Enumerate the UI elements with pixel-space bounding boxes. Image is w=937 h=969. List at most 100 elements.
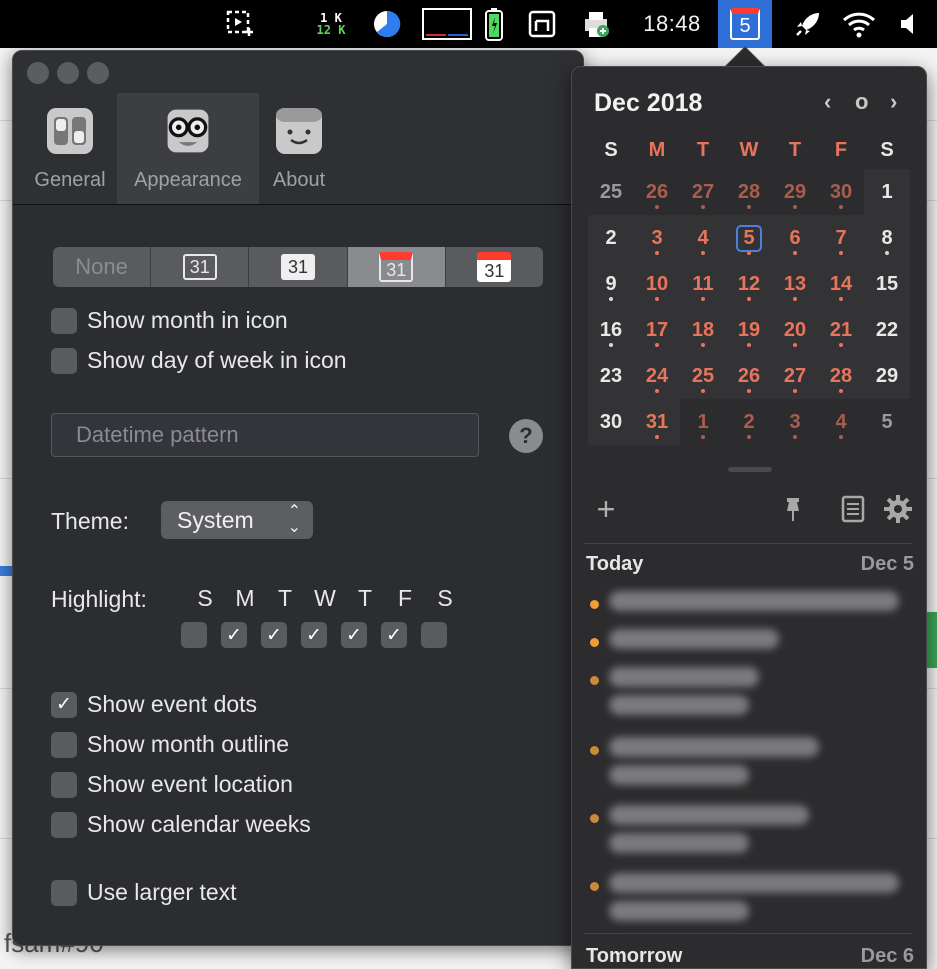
day-cell[interactable]: 26 bbox=[726, 353, 772, 399]
highlight-day-checkbox[interactable] bbox=[221, 622, 247, 648]
day-cell[interactable]: 20 bbox=[772, 307, 818, 353]
icon-style-red-outline[interactable]: 31 bbox=[347, 247, 446, 287]
day-cell[interactable]: 27 bbox=[772, 353, 818, 399]
printer-icon[interactable] bbox=[578, 0, 614, 48]
day-cell[interactable]: 4 bbox=[818, 399, 864, 445]
day-cell[interactable]: 4 bbox=[680, 215, 726, 261]
show-calendar-weeks-option[interactable]: Show calendar weeks bbox=[51, 811, 311, 838]
checkbox[interactable] bbox=[51, 811, 77, 838]
highlight-day-checkbox[interactable] bbox=[381, 622, 407, 648]
day-cell[interactable]: 7 bbox=[818, 215, 864, 261]
datetime-pattern-field[interactable]: Datetime pattern bbox=[51, 413, 479, 457]
day-cell[interactable]: 27 bbox=[680, 169, 726, 215]
today-button[interactable]: o bbox=[855, 89, 868, 115]
agenda-event[interactable] bbox=[590, 667, 759, 723]
day-cell[interactable]: 23 bbox=[588, 353, 634, 399]
day-cell[interactable]: 26 bbox=[634, 169, 680, 215]
day-cell[interactable]: 8 bbox=[864, 215, 910, 261]
day-cell[interactable]: 29 bbox=[864, 353, 910, 399]
agenda-event[interactable] bbox=[590, 805, 809, 861]
checkbox[interactable] bbox=[51, 771, 77, 798]
day-cell[interactable]: 12 bbox=[726, 261, 772, 307]
use-larger-text-option[interactable]: Use larger text bbox=[51, 879, 237, 906]
day-cell[interactable]: 5 bbox=[864, 399, 910, 445]
highlight-day-checkbox[interactable] bbox=[261, 622, 287, 648]
gear-icon[interactable] bbox=[880, 489, 916, 529]
agenda-event[interactable] bbox=[590, 591, 899, 619]
help-button[interactable]: ? bbox=[509, 419, 543, 453]
day-cell[interactable]: 30 bbox=[588, 399, 634, 445]
day-cell[interactable]: 2 bbox=[588, 215, 634, 261]
highlight-day-checkbox[interactable] bbox=[301, 622, 327, 648]
day-cell[interactable]: 1 bbox=[864, 169, 910, 215]
day-cell[interactable]: 19 bbox=[726, 307, 772, 353]
day-cell[interactable]: 21 bbox=[818, 307, 864, 353]
agenda-event[interactable] bbox=[590, 737, 819, 793]
show-month-in-icon-option[interactable]: Show month in icon bbox=[51, 307, 288, 334]
show-day-of-week-in-icon-option[interactable]: Show day of week in icon bbox=[51, 347, 347, 374]
wifi-icon[interactable] bbox=[838, 0, 880, 48]
show-event-dots-option[interactable]: Show event dots bbox=[51, 691, 257, 718]
day-cell[interactable]: 25 bbox=[680, 353, 726, 399]
network-speed-indicator[interactable]: 1 K 12 K bbox=[308, 0, 354, 48]
day-cell[interactable]: 28 bbox=[726, 169, 772, 215]
day-cell[interactable]: 11 bbox=[680, 261, 726, 307]
rocket-icon[interactable] bbox=[788, 0, 828, 48]
pin-icon[interactable] bbox=[778, 489, 808, 529]
cpu-pie-icon[interactable] bbox=[366, 0, 408, 48]
checkbox[interactable] bbox=[51, 691, 77, 718]
day-cell[interactable]: 1 bbox=[680, 399, 726, 445]
day-cell[interactable]: 3 bbox=[634, 215, 680, 261]
day-cell[interactable]: 6 bbox=[772, 215, 818, 261]
day-cell[interactable]: 29 bbox=[772, 169, 818, 215]
checkbox[interactable] bbox=[51, 731, 77, 758]
resize-grabber[interactable] bbox=[728, 467, 772, 472]
icon-style-outline[interactable]: 31 bbox=[151, 247, 250, 287]
highlight-day-checkbox[interactable] bbox=[181, 622, 207, 648]
icon-style-none[interactable]: None bbox=[53, 247, 152, 287]
day-cell[interactable]: 17 bbox=[634, 307, 680, 353]
menu-bar-clock[interactable]: 18:48 bbox=[630, 0, 714, 48]
checkbox[interactable] bbox=[51, 347, 77, 374]
show-month-outline-option[interactable]: Show month outline bbox=[51, 731, 289, 758]
add-event-button[interactable]: + bbox=[590, 489, 622, 529]
day-cell[interactable]: 15 bbox=[864, 261, 910, 307]
tab-general[interactable]: General bbox=[23, 93, 117, 204]
day-cell[interactable]: 16 bbox=[588, 307, 634, 353]
day-cell[interactable]: 3 bbox=[772, 399, 818, 445]
agenda-event[interactable] bbox=[590, 873, 899, 929]
activity-graph-icon[interactable] bbox=[420, 0, 474, 48]
highlight-day-checkbox[interactable] bbox=[421, 622, 447, 648]
checkbox[interactable] bbox=[51, 307, 77, 334]
window-manager-icon[interactable] bbox=[524, 0, 560, 48]
close-window-button[interactable] bbox=[27, 62, 49, 84]
day-cell[interactable]: 9 bbox=[588, 261, 634, 307]
day-cell[interactable]: 14 bbox=[818, 261, 864, 307]
day-cell[interactable]: 13 bbox=[772, 261, 818, 307]
day-cell[interactable]: 31 bbox=[634, 399, 680, 445]
checkbox[interactable] bbox=[51, 879, 77, 906]
volume-icon[interactable] bbox=[894, 0, 924, 48]
minimize-window-button[interactable] bbox=[57, 62, 79, 84]
day-cell[interactable]: 24 bbox=[634, 353, 680, 399]
battery-icon[interactable] bbox=[482, 0, 506, 48]
tab-about[interactable]: About bbox=[259, 93, 339, 204]
highlight-day-checkbox[interactable] bbox=[341, 622, 367, 648]
day-cell[interactable]: 10 bbox=[634, 261, 680, 307]
icon-style-red-filled[interactable]: 31 bbox=[446, 247, 543, 287]
day-cell[interactable]: 25 bbox=[588, 169, 634, 215]
agenda-event[interactable] bbox=[590, 629, 779, 657]
day-cell[interactable]: 2 bbox=[726, 399, 772, 445]
next-month-button[interactable]: › bbox=[890, 89, 897, 115]
day-cell[interactable]: 28 bbox=[818, 353, 864, 399]
show-event-location-option[interactable]: Show event location bbox=[51, 771, 293, 798]
today-day-cell[interactable]: 5 bbox=[726, 215, 772, 261]
day-cell[interactable]: 22 bbox=[864, 307, 910, 353]
notes-icon[interactable] bbox=[836, 489, 870, 529]
icon-style-filled[interactable]: 31 bbox=[249, 247, 348, 287]
previous-month-button[interactable]: ‹ bbox=[824, 89, 831, 115]
theme-select[interactable]: System ⌃ ⌄ bbox=[161, 501, 313, 539]
zoom-window-button[interactable] bbox=[87, 62, 109, 84]
screenshot-icon[interactable] bbox=[220, 0, 260, 48]
day-cell[interactable]: 30 bbox=[818, 169, 864, 215]
